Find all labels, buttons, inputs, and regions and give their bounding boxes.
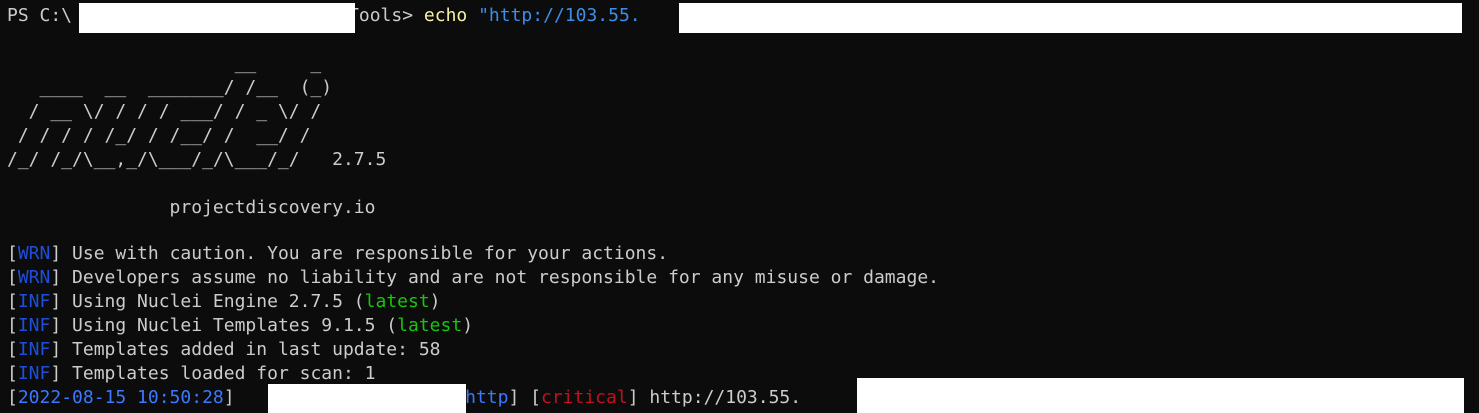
log-line-info: [INF] Templates added in last update: 58 <box>7 339 441 360</box>
log-text: Developers assume no liability and are n… <box>61 267 939 288</box>
banner-line-1: __ _ <box>7 53 322 74</box>
log-text: Using Nuclei Templates 9.1.5 ( <box>61 315 398 336</box>
log-text: Using Nuclei Engine 2.7.5 ( <box>61 291 365 312</box>
redacted-template-id <box>268 384 466 413</box>
log-line-warning: [WRN] Developers assume no liability and… <box>7 267 939 288</box>
banner-line-4: / / / / /_/ / /__/ / __/ / <box>7 125 311 146</box>
log-text: Templates added in last update: 58 <box>61 339 441 360</box>
prompt-suffix: Tools> <box>348 5 424 26</box>
banner-art: /_/ /_/\__,_/\___/_/\___/_/ <box>7 149 300 170</box>
log-tag: INF <box>17 315 51 336</box>
result-protocol: http <box>465 387 509 408</box>
log-text: Templates loaded for scan: 1 <box>61 363 376 384</box>
log-line-info: [INF] Using Nuclei Templates 9.1.5 (late… <box>7 315 474 336</box>
log-line-info: [INF] Using Nuclei Engine 2.7.5 (latest) <box>7 291 441 312</box>
log-tag: WRN <box>17 243 51 264</box>
terminal-window[interactable]: PS C:\ Tools> echo "http://103.55. __ _ _… <box>0 0 1479 413</box>
log-tag: WRN <box>17 267 51 288</box>
latest-label: latest <box>364 291 430 312</box>
result-timestamp: 2022-08-15 10:50:28 <box>17 387 224 408</box>
redacted-path <box>79 3 355 33</box>
log-text: Use with caution. You are responsible fo… <box>61 243 669 264</box>
redacted-url <box>679 3 1462 33</box>
command-argument: "http://103.55. <box>467 5 641 26</box>
log-text-tail: ) <box>429 291 441 312</box>
log-line-info: [INF] Templates loaded for scan: 1 <box>7 363 376 384</box>
redacted-result-url <box>857 378 1464 413</box>
log-tag: INF <box>17 291 51 312</box>
result-severity: critical <box>541 387 628 408</box>
banner-version: 2.7.5 <box>299 149 387 170</box>
banner-line-5: /_/ /_/\__,_/\___/_/\___/_/ 2.7.5 <box>7 148 386 172</box>
latest-label: latest <box>397 315 463 336</box>
result-url: http://103.55. <box>638 387 802 408</box>
command-name: echo <box>423 5 468 26</box>
log-tag: INF <box>17 363 51 384</box>
log-tag: INF <box>17 339 51 360</box>
log-text-tail: ) <box>462 315 474 336</box>
prompt-prefix: PS C:\ <box>7 5 73 26</box>
banner-line-2: ____ __ _______/ /__ (_) <box>7 77 333 98</box>
log-line-warning: [WRN] Use with caution. You are responsi… <box>7 243 669 264</box>
banner-site: projectdiscovery.io <box>7 197 376 218</box>
banner-line-3: / __ \/ / / / ___/ / _ \/ / <box>7 101 322 122</box>
